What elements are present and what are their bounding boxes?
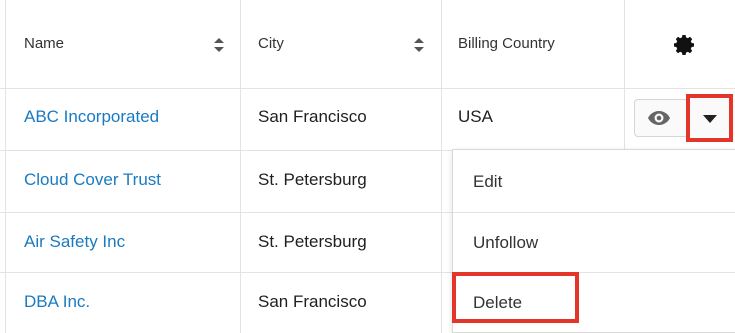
city-cell: San Francisco [258, 107, 367, 126]
preview-button[interactable] [634, 99, 686, 137]
sort-icon[interactable] [414, 38, 424, 52]
row-divider [0, 88, 735, 89]
column-divider [441, 0, 442, 333]
column-header-billing-country: Billing Country [458, 26, 555, 62]
record-name-link[interactable]: Air Safety Inc [24, 224, 125, 260]
column-header-city[interactable]: City [258, 26, 284, 62]
sort-icon[interactable] [214, 38, 224, 52]
eye-icon [648, 111, 670, 125]
column-header-label: Name [24, 35, 65, 52]
row-divider [0, 212, 452, 213]
actions-dropdown-menu: Edit Unfollow Delete [452, 149, 735, 333]
actions-dropdown-toggle[interactable] [686, 99, 735, 137]
city-cell: St. Petersburg [258, 232, 367, 251]
record-name-link[interactable]: ABC Incorporated [24, 99, 159, 135]
city-cell: St. Petersburg [258, 170, 367, 189]
menu-item-edit[interactable]: Edit [453, 151, 735, 212]
column-header-label: City [258, 35, 284, 52]
column-divider [624, 0, 625, 150]
row-divider [0, 272, 452, 273]
row-actions [634, 99, 735, 137]
record-name-link[interactable]: Cloud Cover Trust [24, 162, 161, 198]
record-name-link[interactable]: DBA Inc. [24, 284, 90, 320]
gear-icon[interactable] [673, 33, 697, 57]
column-header-name[interactable]: Name [24, 26, 64, 62]
column-divider [5, 0, 6, 333]
column-divider [240, 0, 241, 333]
menu-item-unfollow[interactable]: Unfollow [453, 212, 735, 273]
billing-country-cell: USA [458, 107, 493, 126]
city-cell: San Francisco [258, 292, 367, 311]
menu-item-delete[interactable]: Delete [453, 272, 735, 333]
column-header-label: Billing Country [458, 35, 555, 52]
